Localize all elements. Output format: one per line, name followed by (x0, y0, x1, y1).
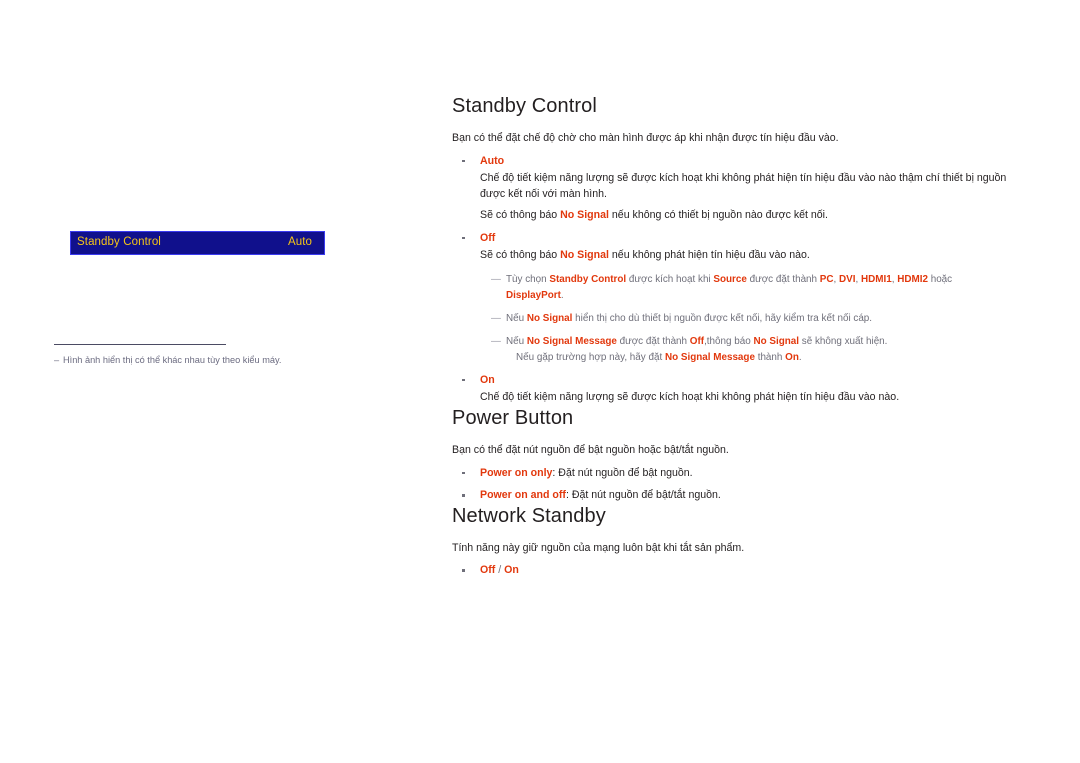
note1-line2: DisplayPort. (506, 289, 1032, 304)
note1-k7: DisplayPort (506, 290, 561, 302)
option-power-on-only: Power on only: Đặt nút nguồn để bật nguồ… (452, 465, 1032, 481)
illustration-column: Standby Control Auto – Hình ảnh hiển thị … (0, 0, 430, 763)
note3-l2k1: No Signal Message (664, 351, 755, 363)
auto-line2-keyword: No Signal (560, 209, 609, 222)
option-power-on-and-off-desc: : Đặt nút nguồn để bật/tắt nguồn. (565, 489, 721, 502)
off-line1-post: nếu không phát hiện tín hiệu đầu vào nào… (608, 249, 810, 262)
option-off-label: Off (480, 564, 496, 577)
option-on-title: On (480, 373, 495, 386)
note1-p3: được đặt thành (746, 274, 820, 286)
note3-line2: Nếu gặp trường hợp này, hãy đặt No Signa… (506, 351, 1032, 366)
note3-p4: sẽ không xuất hiện. (799, 335, 888, 347)
option-on: On Chế độ tiết kiệm năng lượng sẽ được k… (452, 372, 1032, 406)
option-separator: / (495, 564, 505, 577)
power-button-options: Power on only: Đặt nút nguồn để bật nguồ… (452, 465, 1032, 504)
option-auto-line2: Sẽ có thông báo No Signal nếu không có t… (480, 208, 1032, 224)
note1-k4: DVI (839, 274, 856, 286)
note-no-signal-message: — Nếu No Signal Message được đặt thành Of… (480, 335, 1032, 366)
note2-k1: No Signal (526, 312, 573, 324)
heading-standby-control: Standby Control (452, 95, 597, 117)
note1-p7: hoặc (927, 274, 953, 286)
osd-standby-control-row[interactable]: Standby Control Auto (70, 231, 325, 255)
standby-control-intro: Bạn có thể đặt chế độ chờ cho màn hình đ… (452, 132, 839, 144)
option-power-on-and-off-title: Power on and off (480, 489, 566, 502)
off-line1-pre: Sẽ có thông báo (480, 249, 561, 262)
standby-control-options: Auto Chế độ tiết kiệm năng lượng sẽ được… (452, 153, 1032, 406)
note-dash-icon: — (491, 274, 501, 286)
option-auto-line1: Chế độ tiết kiệm năng lượng sẽ được kích… (480, 172, 1007, 201)
note1-k5: HDMI1 (860, 274, 892, 286)
auto-line2-post: nếu không có thiết bị nguồn nào được kết… (608, 209, 828, 222)
document-content: Standby Control Bạn có thể đặt chế độ ch… (452, 94, 1032, 579)
option-off-title: Off (480, 231, 496, 244)
note3-k3: No Signal (753, 335, 800, 347)
note-dash-icon: — (491, 312, 501, 324)
note1-p8: . (560, 290, 564, 302)
option-auto: Auto Chế độ tiết kiệm năng lượng sẽ được… (452, 153, 1032, 224)
note3-p1: Nếu (506, 335, 527, 347)
footnote-dash: – (54, 355, 60, 365)
note2-p2: hiển thị cho dù thiết bị nguồn được kết … (572, 312, 873, 324)
note-source-requirement: — Tùy chọn Standby Control được kích hoạt… (480, 273, 1032, 304)
option-power-on-only-title: Power on only (480, 466, 553, 479)
osd-row-value: Auto (287, 236, 312, 249)
auto-line2-pre: Sẽ có thông báo (480, 209, 561, 222)
option-off-on: Off / On (452, 562, 1032, 578)
option-power-on-and-off: Power on and off: Đặt nút nguồn để bật/t… (452, 487, 1032, 503)
note1-p1: Tùy chọn (506, 274, 550, 286)
note3-p2: được đặt thành (616, 335, 690, 347)
note-check-cable: — Nếu No Signal hiển thị cho dù thiết bị … (480, 312, 1032, 327)
footnote-text: Hình ảnh hiển thị có thể khác nhau tùy t… (63, 355, 282, 365)
note1-k3: PC (819, 274, 834, 286)
note-dash-icon: — (491, 335, 501, 347)
option-off-line1: Sẽ có thông báo No Signal nếu không phát… (480, 248, 1032, 264)
note2-p1: Nếu (506, 312, 527, 324)
note3-k1: No Signal Message (526, 335, 617, 347)
option-power-on-only-desc: : Đặt nút nguồn để bật nguồn. (552, 466, 693, 479)
network-standby-options: Off / On (452, 562, 1032, 578)
note1-k2: Source (713, 274, 747, 286)
note3-l2p1: Nếu gặp trường hợp này, hãy đặt (516, 351, 665, 363)
note1-k1: Standby Control (549, 274, 627, 286)
osd-row-label: Standby Control (77, 236, 161, 249)
note3-p3: ,thông báo (704, 335, 754, 347)
option-off: Off Sẽ có thông báo No Signal nếu không … (452, 230, 1032, 366)
off-line1-keyword: No Signal (560, 249, 609, 262)
option-on-line1: Chế độ tiết kiệm năng lượng sẽ được kích… (480, 390, 900, 403)
note3-k2: Off (689, 335, 705, 347)
heading-power-button: Power Button (452, 406, 574, 429)
footnote-divider (54, 344, 226, 345)
standby-control-notes: — Tùy chọn Standby Control được kích hoạt… (480, 273, 1032, 365)
heading-network-standby: Network Standby (452, 504, 606, 527)
option-on-label: On (504, 564, 519, 577)
note3-l2k2: On (785, 351, 799, 363)
note1-p2: được kích hoạt khi (626, 274, 714, 286)
note1-k6: HDMI2 (897, 274, 928, 286)
option-auto-title: Auto (480, 154, 505, 167)
note3-l2p2: thành (754, 351, 786, 363)
power-button-intro: Bạn có thể đặt nút nguồn để bật nguồn ho… (452, 443, 729, 456)
illustration-footnote: – Hình ảnh hiển thị có thể khác nhau tùy … (54, 354, 384, 366)
note3-l2p3: . (798, 351, 802, 363)
network-standby-intro: Tính năng này giữ nguồn của mạng luôn bậ… (452, 541, 745, 554)
